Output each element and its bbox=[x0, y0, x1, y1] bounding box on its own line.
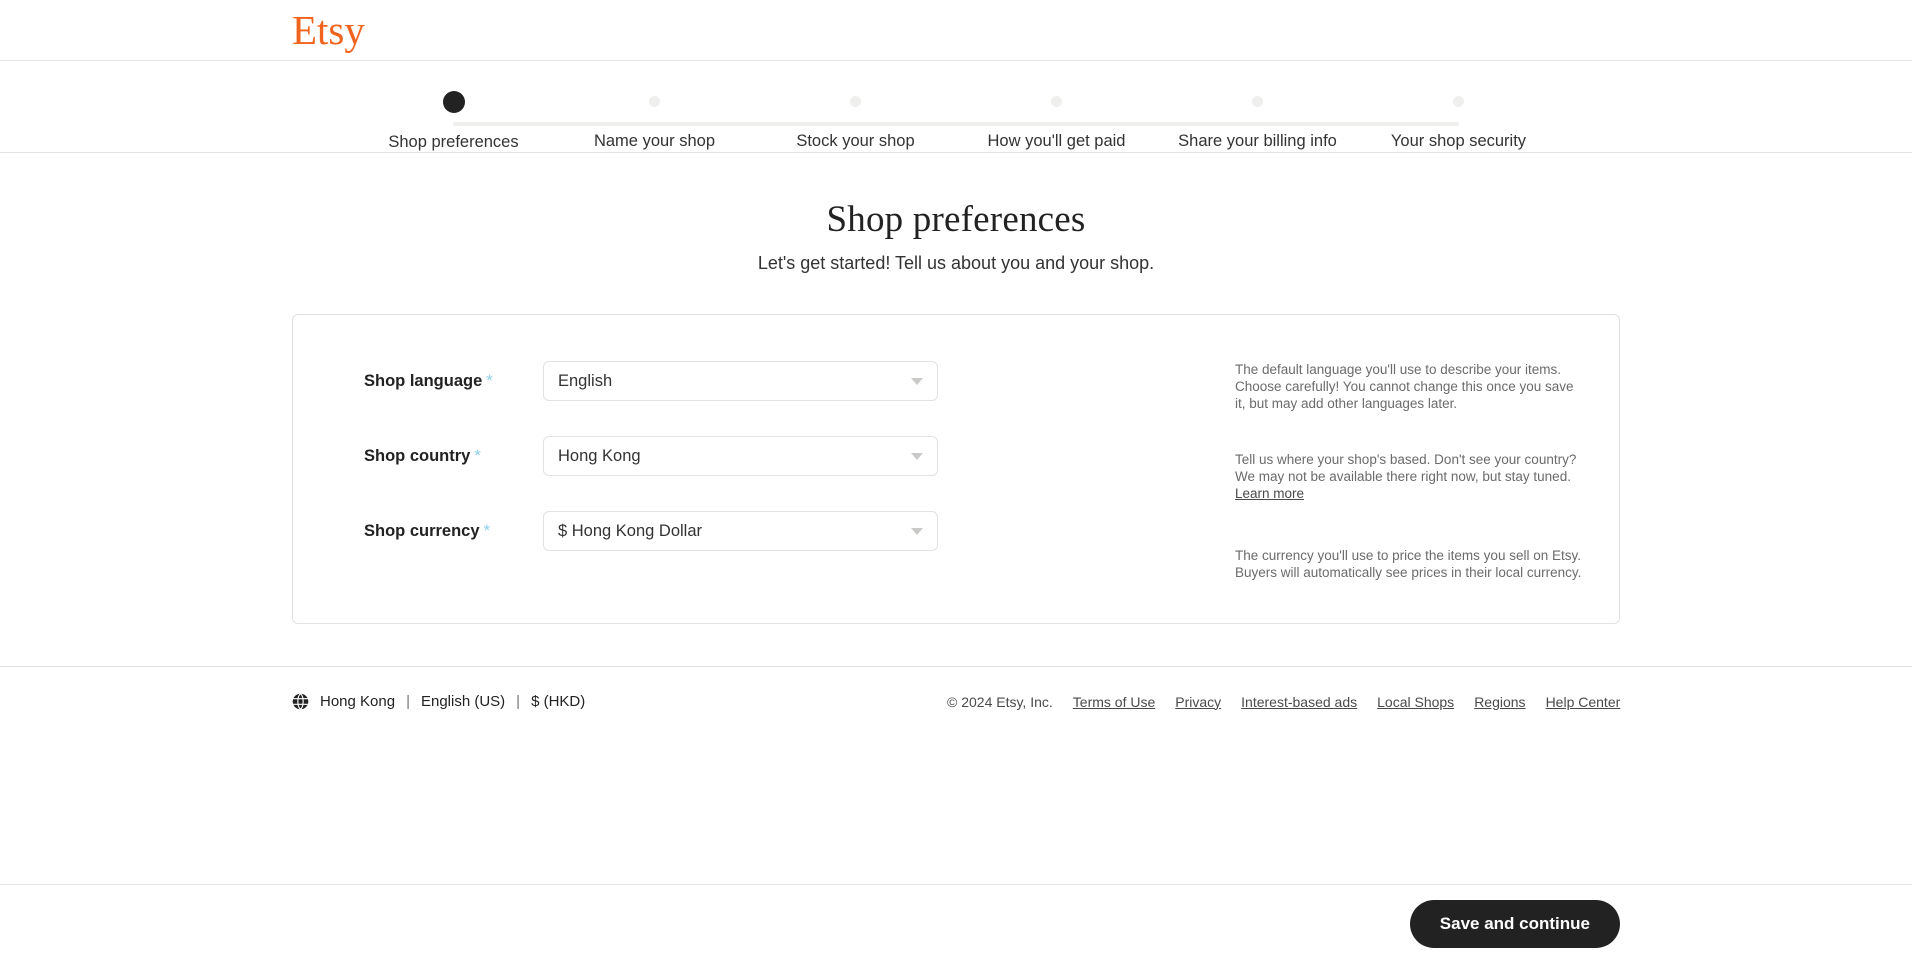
bottom-action-bar: Save and continue bbox=[0, 884, 1912, 962]
footer-link-2[interactable]: Interest-based ads bbox=[1241, 694, 1357, 710]
help-text-1: Tell us where your shop's based. Don't s… bbox=[1235, 451, 1584, 502]
select-1[interactable]: Hong Kong bbox=[543, 436, 938, 476]
copyright-text: © 2024 Etsy, Inc. bbox=[947, 693, 1053, 710]
select-value-0: English bbox=[558, 371, 613, 390]
field-label-text-0: Shop language bbox=[364, 372, 483, 390]
footer-language[interactable]: English (US) bbox=[421, 693, 505, 710]
help-body-1: Tell us where your shop's based. Don't s… bbox=[1235, 452, 1577, 484]
top-bar: Etsy bbox=[0, 0, 1912, 61]
field-label-2: Shop currency * bbox=[328, 521, 543, 541]
page-subtitle: Let's get started! Tell us about you and… bbox=[757, 253, 1155, 273]
required-marker-2: * bbox=[483, 521, 491, 540]
main-content: Shop preferences Let's get started! Tell… bbox=[0, 153, 1912, 624]
stepper-step-1[interactable]: Name your shop bbox=[573, 83, 736, 152]
stepper-step-3[interactable]: How you'll get paid bbox=[975, 83, 1138, 152]
chevron-down-icon bbox=[911, 452, 923, 460]
help-body-2: The currency you'll use to price the ite… bbox=[1235, 548, 1582, 580]
select-value-2: $ Hong Kong Dollar bbox=[558, 521, 703, 540]
save-and-continue-button[interactable]: Save and continue bbox=[1409, 899, 1620, 948]
select-value-1: Hong Kong bbox=[558, 446, 641, 465]
stepper-step-4[interactable]: Share your billing info bbox=[1176, 83, 1339, 152]
help-text-0: The default language you'll use to descr… bbox=[1235, 361, 1584, 412]
onboarding-stepper: Shop preferences Name your shop Stock your… bbox=[0, 61, 1912, 153]
footer-link-0[interactable]: Terms of Use bbox=[1073, 694, 1155, 710]
field-label-0: Shop language * bbox=[328, 371, 543, 391]
footer-separator-2: | bbox=[516, 693, 521, 710]
field-row-1: Shop country * Hong Kong bbox=[328, 430, 1223, 482]
stepper-dot-5 bbox=[1453, 96, 1464, 107]
field-row-2: Shop currency * $ Hong Kong Dollar bbox=[328, 505, 1223, 557]
field-label-text-2: Shop currency bbox=[364, 522, 480, 540]
etsy-logo[interactable]: Etsy bbox=[292, 9, 365, 51]
stepper-step-2[interactable]: Stock your shop bbox=[774, 83, 937, 152]
page-title: Shop preferences bbox=[826, 199, 1086, 240]
stepper-dot-4 bbox=[1252, 96, 1263, 107]
globe-icon bbox=[292, 693, 309, 710]
footer-locale-selector[interactable]: Hong Kong | English (US) | $ (HKD) bbox=[292, 693, 585, 710]
stepper-step-0[interactable]: Shop preferences bbox=[372, 83, 535, 152]
stepper-label-1: Name your shop bbox=[593, 132, 716, 150]
form-column: Shop language * English Shop country * Hong K… bbox=[328, 355, 1223, 581]
chevron-down-icon bbox=[911, 527, 923, 535]
required-marker-0: * bbox=[486, 371, 493, 390]
footer-separator-1: | bbox=[406, 693, 410, 710]
select-2[interactable]: $ Hong Kong Dollar bbox=[543, 511, 938, 551]
stepper-label-5: Your shop security bbox=[1390, 132, 1527, 150]
page-footer: Hong Kong | English (US) | $ (HKD) © 202… bbox=[0, 666, 1912, 736]
chevron-down-icon bbox=[911, 377, 923, 385]
stepper-dot-2 bbox=[850, 96, 861, 107]
help-column: The default language you'll use to descr… bbox=[1223, 355, 1584, 581]
stepper-step-5[interactable]: Your shop security bbox=[1377, 83, 1540, 152]
help-link-1[interactable]: Learn more bbox=[1235, 486, 1304, 501]
help-body-0: The default language you'll use to descr… bbox=[1235, 362, 1574, 411]
stepper-dot-1 bbox=[649, 96, 660, 107]
stepper-label-3: How you'll get paid bbox=[987, 132, 1126, 150]
footer-currency[interactable]: $ (HKD) bbox=[531, 693, 585, 710]
select-0[interactable]: English bbox=[543, 361, 938, 401]
field-label-1: Shop country * bbox=[328, 446, 543, 466]
stepper-dot-3 bbox=[1051, 96, 1062, 107]
footer-link-3[interactable]: Local Shops bbox=[1377, 694, 1454, 710]
footer-link-4[interactable]: Regions bbox=[1474, 694, 1525, 710]
stepper-label-4: Share your billing info bbox=[1178, 132, 1337, 150]
footer-link-1[interactable]: Privacy bbox=[1175, 694, 1221, 710]
footer-region[interactable]: Hong Kong bbox=[320, 693, 395, 710]
footer-link-5[interactable]: Help Center bbox=[1546, 694, 1621, 710]
required-marker-1: * bbox=[474, 446, 481, 465]
stepper-dot-0 bbox=[442, 91, 465, 113]
shop-preferences-card: Shop language * English Shop country * Hong K… bbox=[292, 314, 1620, 624]
footer-links: © 2024 Etsy, Inc. Terms of Use Privacy Int… bbox=[947, 694, 1620, 710]
stepper-label-2: Stock your shop bbox=[796, 132, 915, 150]
stepper-label-0: Shop preferences bbox=[388, 133, 519, 151]
help-text-2: The currency you'll use to price the ite… bbox=[1235, 547, 1584, 581]
field-label-text-1: Shop country bbox=[364, 447, 471, 465]
field-row-0: Shop language * English bbox=[328, 355, 1223, 407]
